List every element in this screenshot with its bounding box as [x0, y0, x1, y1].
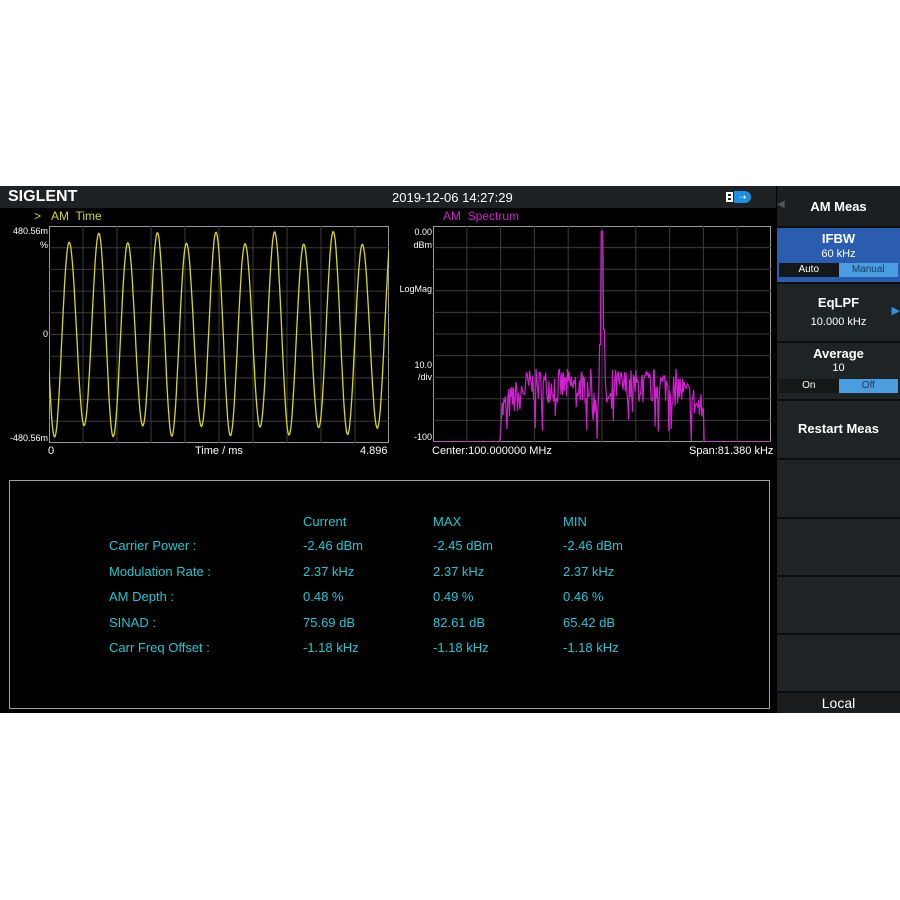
row-value-min: -1.18 kHz: [563, 640, 619, 655]
menu-title-text: AM Meas: [810, 199, 867, 214]
datetime: 2019-12-06 14:27:29: [392, 190, 513, 205]
analyzer-screen: SIGLENT 2019-12-06 14:27:29 ⇢ > AM Time …: [0, 186, 900, 713]
submenu-arrow-icon: ▶: [891, 305, 900, 317]
spectrum-center-label: Center:100.000000 MHz: [432, 445, 552, 457]
ifbw-auto-option[interactable]: Auto: [779, 263, 839, 277]
status-bar: SIGLENT 2019-12-06 14:27:29 ⇢: [0, 186, 776, 208]
row-value-min: 0.46 %: [563, 589, 604, 604]
spectrum-scale-div-unit: /div: [417, 372, 432, 382]
row-label: Modulation Rate :: [109, 563, 211, 579]
softkey-restart-meas[interactable]: Restart Meas: [777, 401, 900, 460]
row-value-min: -2.46 dBm: [563, 538, 623, 553]
spectrum-ref-level: 0.00: [414, 227, 432, 237]
average-value: 10: [832, 362, 845, 374]
usb-icon: ⇢: [726, 191, 752, 203]
col-header-current: Current: [303, 514, 347, 529]
eqlpf-label: EqLPF: [817, 295, 860, 310]
time-y-unit: %: [39, 240, 48, 250]
row-label: Carr Freq Offset :: [109, 640, 210, 655]
spectrum-bottom-label: -100: [413, 432, 432, 442]
active-trace-marker: >: [34, 209, 42, 223]
spectrum-ref-unit: dBm: [413, 240, 432, 250]
row-value-min: 65.42 dB: [563, 614, 616, 630]
row-label: Carrier Power :: [109, 538, 197, 553]
row-value-current: 75.69 dB: [303, 614, 356, 630]
time-chart: [49, 226, 389, 443]
local-button[interactable]: Local: [777, 693, 900, 713]
softkey-empty-4: [777, 635, 900, 693]
row-label: AM Depth :: [109, 589, 175, 604]
average-off-option[interactable]: Off: [838, 379, 898, 393]
brand-logo: SIGLENT: [8, 188, 78, 205]
time-y-mid-label: 0: [42, 329, 48, 339]
row-value-current: -2.46 dBm: [303, 538, 363, 553]
row-value-current: 0.48 %: [303, 589, 344, 604]
time-chart-title: > AM Time: [34, 209, 102, 223]
spectrum-chart-title: AM Spectrum: [443, 209, 520, 223]
row-value-max: 2.37 kHz: [433, 563, 485, 579]
time-x-axis-label: Time / ms: [195, 445, 243, 457]
ifbw-toggle[interactable]: Auto Manual: [779, 263, 898, 277]
softkey-average[interactable]: Average 10 On Off: [777, 343, 900, 401]
ifbw-value: 60 kHz: [821, 248, 856, 260]
average-label: Average: [813, 346, 864, 361]
row-value-current: 2.37 kHz: [303, 563, 355, 579]
local-label: Local: [821, 695, 856, 711]
spectrum-scale-div: 10.0: [414, 360, 432, 370]
row-value-max: -2.45 dBm: [433, 538, 493, 553]
softkey-eqlpf[interactable]: EqLPF 10.000 kHz ▶: [777, 284, 900, 343]
softkey-empty-2: [777, 519, 900, 577]
average-toggle[interactable]: On Off: [779, 379, 898, 393]
softkey-empty-1: [777, 460, 900, 519]
time-y-bottom-label: -480.56m: [9, 433, 48, 443]
row-value-current: -1.18 kHz: [303, 640, 359, 655]
softkey-ifbw[interactable]: IFBW 60 kHz Auto Manual: [777, 228, 900, 284]
back-arrow-icon[interactable]: ◀: [777, 199, 785, 210]
measurement-table: Current MAX MIN Carrier Power : -2.46 dBm…: [9, 480, 770, 709]
row-value-max: 0.49 %: [433, 589, 474, 604]
spectrum-chart: [433, 226, 771, 442]
row-value-min: 2.37 kHz: [563, 563, 615, 579]
time-x-end-label: 4.896: [360, 445, 388, 457]
softkey-panel: ◀ AM Meas IFBW 60 kHz Auto Manual EqLPF …: [777, 186, 900, 713]
row-value-max: 82.61 dB: [433, 614, 486, 630]
restart-meas-label: Restart Meas: [798, 421, 879, 436]
eqlpf-value: 10.000 kHz: [810, 316, 867, 328]
softkey-empty-3: [777, 577, 900, 635]
spectrum-span-label: Span:81.380 kHz: [689, 445, 774, 457]
row-value-max: -1.18 kHz: [433, 640, 489, 655]
menu-title: ◀ AM Meas: [777, 186, 900, 228]
time-x-start-label: 0: [48, 445, 55, 457]
average-on-option[interactable]: On: [779, 379, 839, 393]
ifbw-manual-option[interactable]: Manual: [838, 263, 898, 277]
col-header-max: MAX: [433, 514, 462, 529]
time-chart-title-text: AM Time: [51, 209, 102, 223]
time-y-top-label: 480.56m: [12, 226, 48, 236]
spectrum-scale-type: LogMag: [399, 284, 432, 294]
col-header-min: MIN: [563, 514, 587, 529]
row-label: SINAD :: [109, 614, 156, 630]
ifbw-label: IFBW: [821, 231, 856, 246]
